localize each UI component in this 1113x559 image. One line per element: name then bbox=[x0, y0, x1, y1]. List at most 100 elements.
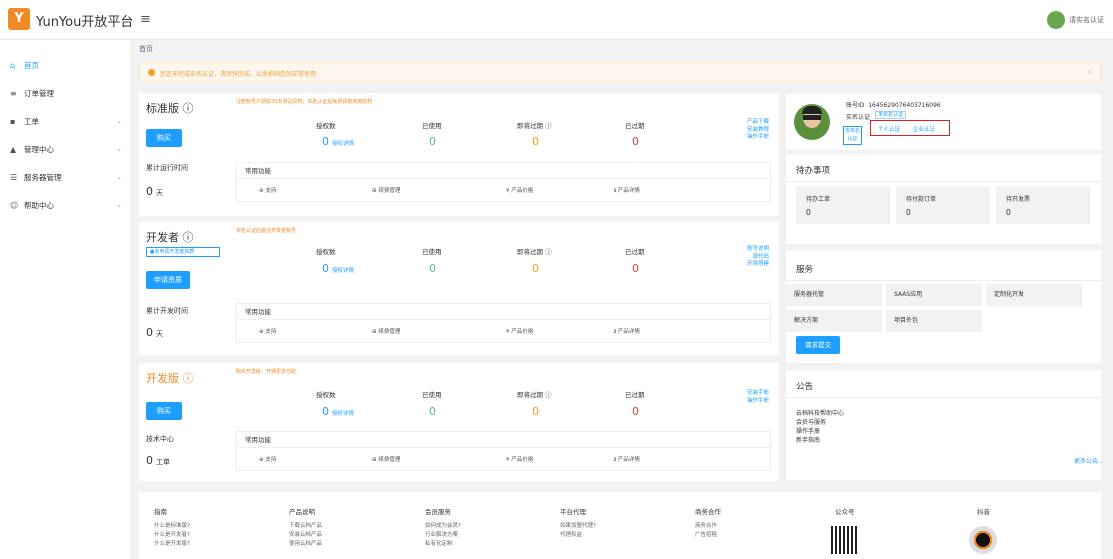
common-functions: 常用功能 ⊕ 支持 ⊞ 续费管理 ¥ 产品价格 ℹ 产品详情 bbox=[236, 162, 771, 202]
info-link[interactable]: ℹ 产品详情 bbox=[614, 455, 640, 463]
expired-count: 0 bbox=[632, 262, 639, 275]
user-avatar[interactable] bbox=[1047, 11, 1065, 29]
sidebar-item-management[interactable]: ▲ 管理中心 ⌄ bbox=[10, 142, 122, 156]
apply-button[interactable]: 申请资质 bbox=[146, 271, 190, 289]
breadcrumb[interactable]: 首页 bbox=[139, 44, 153, 54]
footer-link[interactable]: 什么是开发版? bbox=[154, 540, 190, 549]
link-account[interactable]: 账号说明 bbox=[699, 246, 769, 254]
footer-col-products: 产品说明 下载云档产品 安装云档产品 使用云档产品 bbox=[289, 506, 322, 549]
link-env[interactable]: 环境搭建 bbox=[699, 261, 769, 269]
footer-col-membership: 会员服务 如何成为会员? 行业解决方案 私有化定制 bbox=[425, 506, 461, 549]
panel-links: 产品下载 安装教程 操作手册 bbox=[699, 119, 769, 142]
buy-button[interactable]: 购买 bbox=[146, 402, 182, 420]
todo-value: 0 bbox=[906, 208, 911, 217]
announcement-item[interactable]: 云档科技帮助中心 bbox=[796, 408, 844, 417]
link-source[interactable]: 源代码 bbox=[699, 254, 769, 262]
account-id-value: 1645629076403716096 bbox=[868, 102, 941, 109]
service-outsourcing[interactable]: 项目外包 bbox=[886, 310, 982, 332]
dev-time-value: 0 bbox=[146, 326, 153, 339]
used-count: 0 bbox=[429, 135, 436, 148]
chevron-down-icon: ⌄ bbox=[116, 201, 122, 209]
developer-status-tag[interactable]: ●未申请开发者资质 bbox=[146, 247, 220, 257]
renew-link[interactable]: ⊞ 续费管理 bbox=[372, 455, 400, 463]
link-install[interactable]: 安装手册 bbox=[699, 390, 769, 398]
metric-label: 授权数 bbox=[316, 391, 336, 399]
price-link[interactable]: ¥ 产品价格 bbox=[506, 327, 533, 335]
footer-link[interactable]: 如何成为会员? bbox=[425, 522, 461, 531]
footer-link[interactable]: 代理权益 bbox=[560, 531, 596, 540]
footer-link[interactable]: 行业解决方案 bbox=[425, 531, 461, 540]
announcement-item[interactable]: 会员与服务 bbox=[796, 417, 826, 426]
support-link[interactable]: ⊕ 支持 bbox=[259, 327, 276, 335]
buy-button[interactable]: 购买 bbox=[146, 129, 182, 147]
auth-detail-link[interactable]: 授权详情 bbox=[332, 411, 354, 417]
footer-link[interactable]: 商务合作 bbox=[695, 522, 721, 531]
more-announcements-link[interactable]: 更多公告... bbox=[1074, 456, 1104, 465]
footer-col-wechat: 公众号 bbox=[835, 506, 855, 522]
auth-value: 0 bbox=[322, 405, 329, 418]
service-solutions[interactable]: 解决方案 bbox=[786, 310, 882, 332]
todo-item[interactable]: 待办工单 0 bbox=[796, 186, 890, 224]
footer-link[interactable]: 广告招租 bbox=[695, 531, 721, 540]
sidebar-item-home[interactable]: ⌂ 首页 bbox=[10, 58, 122, 72]
renew-link[interactable]: ⊞ 续费管理 bbox=[372, 327, 400, 335]
sidebar-item-tickets[interactable]: ▪ 工单 ⌄ bbox=[10, 114, 122, 128]
metric-label: 即将过期 ⓘ bbox=[517, 122, 552, 130]
profile-avatar[interactable] bbox=[794, 104, 830, 140]
support-link[interactable]: ⊕ 支持 bbox=[259, 186, 276, 194]
service-hosting[interactable]: 服务器托管 bbox=[786, 284, 882, 306]
todo-item[interactable]: 待开发票 0 bbox=[996, 186, 1090, 224]
link-download[interactable]: 产品下载 bbox=[699, 119, 769, 127]
footer-link[interactable]: 什么是标准版? bbox=[154, 522, 190, 531]
auth-detail-link[interactable]: 授权详情 bbox=[332, 141, 354, 147]
brand-logo-icon[interactable]: Y bbox=[8, 8, 30, 30]
expiring-count: 0 bbox=[532, 405, 539, 418]
cert-options-highlight: 个人认证 企业认证 bbox=[870, 120, 950, 136]
link-manual[interactable]: 操作手册 bbox=[699, 398, 769, 406]
menu-toggle-icon[interactable]: ≡ bbox=[140, 12, 151, 27]
price-link[interactable]: ¥ 产品价格 bbox=[506, 455, 533, 463]
ticket-value: 0 bbox=[146, 454, 153, 467]
footer-link[interactable]: 下载云档产品 bbox=[289, 522, 322, 531]
brand-name[interactable]: YunYou开放平台 bbox=[36, 11, 133, 30]
support-link[interactable]: ⊕ 支持 bbox=[259, 455, 276, 463]
footer-link[interactable]: 安装云档产品 bbox=[289, 531, 322, 540]
go-cert-button[interactable]: 去实名认证 bbox=[843, 126, 862, 145]
announcement-item[interactable]: 新手指南 bbox=[796, 435, 820, 444]
link-manual[interactable]: 操作手册 bbox=[699, 134, 769, 142]
user-name[interactable]: 请实名认证 bbox=[1069, 15, 1104, 25]
price-link[interactable]: ¥ 产品价格 bbox=[506, 186, 533, 194]
footer-col-title: 商务合作 bbox=[695, 508, 721, 516]
ticket-count: 0 工单 bbox=[146, 454, 170, 467]
wechat-qr-code bbox=[831, 526, 859, 554]
link-tutorial[interactable]: 安装教程 bbox=[699, 127, 769, 135]
common-functions-title: 常用功能 bbox=[237, 304, 770, 320]
service-saas[interactable]: SAAS应用 bbox=[886, 284, 982, 306]
todo-item[interactable]: 待付款订单 0 bbox=[896, 186, 990, 224]
sidebar-item-help[interactable]: ☺ 帮助中心 ⌄ bbox=[10, 198, 122, 212]
announcement-item[interactable]: 操作手册 bbox=[796, 426, 820, 435]
panel-links: 安装手册 操作手册 bbox=[699, 390, 769, 405]
sidebar: ⌂ 首页 ≡ 订单管理 ▪ 工单 ⌄ ▲ 管理中心 ⌄ ☰ 服务器管理 ⌄ ☺ … bbox=[0, 40, 130, 559]
footer-link[interactable]: 使用云档产品 bbox=[289, 540, 322, 549]
service-custom-dev[interactable]: 定制化开发 bbox=[986, 284, 1082, 306]
info-link[interactable]: ℹ 产品详情 bbox=[614, 186, 640, 194]
info-link[interactable]: ℹ 产品详情 bbox=[614, 327, 640, 335]
todo-value: 0 bbox=[1006, 208, 1011, 217]
auth-detail-link[interactable]: 授权详情 bbox=[332, 268, 354, 274]
footer-link[interactable]: 什么是开发者? bbox=[154, 531, 190, 540]
footer-link[interactable]: 如果加盟代理? bbox=[560, 522, 596, 531]
common-functions: 常用功能 ⊕ 支持 ⊞ 续费管理 ¥ 产品价格 ℹ 产品详情 bbox=[236, 303, 771, 343]
announcements-title: 公告 bbox=[796, 382, 814, 392]
sidebar-item-label: 首页 bbox=[24, 60, 39, 70]
personal-cert-link[interactable]: 个人认证 bbox=[878, 125, 900, 133]
close-icon[interactable]: × bbox=[1086, 68, 1092, 76]
renew-link[interactable]: ⊞ 续费管理 bbox=[372, 186, 400, 194]
submit-request-button[interactable]: 需求提交 bbox=[796, 336, 840, 354]
enterprise-cert-link[interactable]: 企业认证 bbox=[913, 125, 935, 133]
sidebar-item-orders[interactable]: ≡ 订单管理 bbox=[10, 86, 122, 100]
sidebar-item-servers[interactable]: ☰ 服务器管理 ⌄ bbox=[10, 170, 122, 184]
metric-label: 已过期 bbox=[625, 248, 645, 256]
footer-link[interactable]: 私有化定制 bbox=[425, 540, 461, 549]
common-functions: 常用功能 ⊕ 支持 ⊞ 续费管理 ¥ 产品价格 ℹ 产品详情 bbox=[236, 431, 771, 471]
